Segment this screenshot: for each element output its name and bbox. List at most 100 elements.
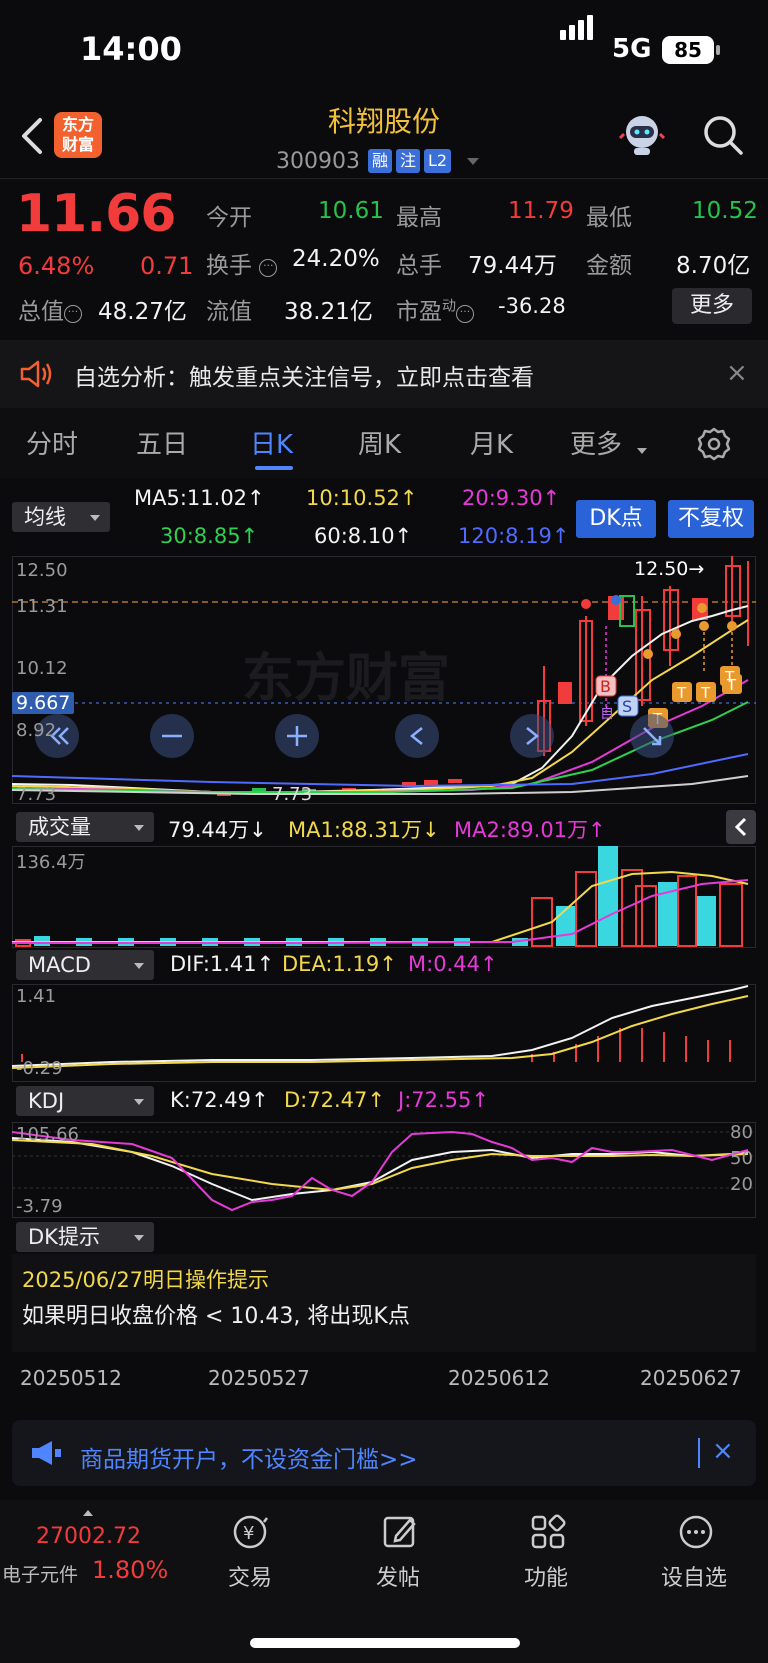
tab-monthly-k[interactable]: 月K: [470, 424, 513, 461]
kdj-chart: [12, 1130, 756, 1212]
volume-chart: [12, 846, 749, 947]
active-tab-underline: [255, 466, 293, 470]
ma30-value: 30:8.85↑: [160, 524, 259, 548]
kdj-selector[interactable]: KDJ: [16, 1086, 154, 1116]
date-label: 20250527: [208, 1366, 310, 1390]
nav-function-label[interactable]: 功能: [496, 1560, 596, 1592]
volume-selector[interactable]: 成交量: [16, 812, 154, 842]
tab-five-day[interactable]: 五日: [136, 424, 188, 461]
back-icon[interactable]: [18, 116, 48, 156]
search-icon[interactable]: [702, 114, 744, 156]
no-adjust-button[interactable]: 不复权: [668, 500, 754, 538]
dk-hint-selector[interactable]: DK提示: [16, 1222, 154, 1252]
high-value: 11.79: [508, 198, 574, 224]
macd-dif: DIF:1.41↑: [170, 952, 275, 976]
close-icon[interactable]: ×: [726, 358, 748, 388]
sector-index-name[interactable]: 电子元件: [2, 1560, 78, 1587]
svg-text:S: S: [622, 697, 632, 716]
tab-more[interactable]: 更多: [570, 424, 622, 461]
speaker-icon: [20, 360, 52, 388]
macd-y-bot: -0.29: [16, 1058, 63, 1079]
ma120-value: 120:8.19↑: [458, 524, 570, 548]
kline-y-892: 8.92: [16, 720, 57, 741]
open-label: 今开: [206, 205, 252, 231]
pe-value: -36.28: [498, 294, 566, 318]
alert-text[interactable]: 自选分析：触发重点关注信号，立即点击查看: [74, 358, 534, 392]
kline-chart[interactable]: 东方财富 B S 自 TTTTT: [12, 556, 756, 804]
volume-ma2: MA2:89.01万↑: [454, 818, 606, 842]
badge-registered: 注: [396, 149, 421, 173]
chevron-left-icon: [734, 817, 747, 837]
date-label: 20250512: [20, 1366, 122, 1390]
nav-post-label[interactable]: 发帖: [348, 1560, 448, 1592]
kdj-ref-20: 20: [730, 1174, 753, 1195]
tab-daily-k[interactable]: 日K: [250, 424, 293, 461]
stock-code-row[interactable]: 300903 融 注 L2: [276, 147, 480, 175]
svg-text:T: T: [726, 676, 737, 694]
compose-icon[interactable]: [380, 1512, 420, 1552]
battery-icon: 85: [662, 36, 714, 64]
current-price: 11.66: [16, 184, 176, 244]
tab-weekly-k[interactable]: 周K: [358, 424, 401, 461]
app-logo: 东方 财富: [54, 112, 102, 158]
chevron-up-icon: [83, 1510, 93, 1516]
home-indicator: [250, 1638, 520, 1648]
kline-y-top: 12.50: [16, 560, 68, 581]
macd-selector[interactable]: MACD: [16, 950, 154, 980]
more-button[interactable]: 更多: [672, 288, 752, 324]
kdj-k: K:72.49↑: [170, 1088, 269, 1112]
amount-label: 金额: [586, 253, 632, 279]
chevron-down-icon[interactable]: [467, 157, 480, 165]
change-amount: 0.71: [140, 252, 194, 280]
svg-text:T: T: [700, 684, 711, 702]
volume-label: 总手: [396, 253, 442, 279]
volume-ma1: MA1:88.31万↓: [288, 818, 440, 842]
kline-y-1131: 11.31: [16, 596, 68, 617]
sector-index-value[interactable]: 27002.72: [36, 1524, 141, 1549]
svg-text:东方财富: 东方财富: [242, 649, 450, 709]
date-label: 20250627: [640, 1366, 742, 1390]
grid-apps-icon[interactable]: [528, 1512, 568, 1552]
change-percent: 6.48%: [18, 252, 95, 280]
kline-low-mark: 7.73: [272, 784, 313, 805]
collapse-panel-button[interactable]: [726, 810, 756, 844]
dk-hint-text: 如果明日收盘价格 < 10.43, 将出现K点: [22, 1304, 410, 1329]
dk-point-button[interactable]: DK点: [576, 500, 656, 538]
kdj-d: D:72.47↑: [284, 1088, 385, 1112]
robot-assistant-icon[interactable]: [618, 110, 666, 158]
macd-dea: DEA:1.19↑: [282, 952, 397, 976]
more-dots-icon[interactable]: [676, 1512, 716, 1552]
badge-level2: L2: [424, 149, 452, 173]
date-label: 20250612: [448, 1366, 550, 1390]
header-divider: [0, 178, 768, 179]
badge-margin: 融: [367, 149, 392, 173]
nav-add-watchlist-label[interactable]: 设自选: [644, 1560, 744, 1592]
battery-tip: [716, 45, 720, 55]
ma20-value: 20:9.30↑: [462, 486, 561, 510]
kdj-j: J:72.55↑: [398, 1088, 489, 1112]
ad-divider: [698, 1438, 700, 1468]
megaphone-icon: [32, 1441, 61, 1465]
ma5-value: MA5:11.02↑: [134, 486, 265, 510]
high-label: 最高: [396, 205, 442, 231]
nav-trade-label[interactable]: 交易: [200, 1560, 300, 1592]
turnover-value: 24.20%: [292, 246, 380, 272]
ma-selector[interactable]: 均线: [12, 502, 110, 532]
trade-icon[interactable]: ¥: [230, 1512, 270, 1552]
kdj-y-bot: -3.79: [16, 1196, 63, 1217]
kline-high-mark: 12.50→: [634, 558, 705, 580]
chevron-down-icon: [637, 448, 647, 454]
volume-current: 79.44万↓: [168, 818, 267, 842]
volume-value: 79.44万: [468, 253, 557, 279]
gear-icon[interactable]: [696, 426, 732, 462]
ad-text[interactable]: 商品期货开户，不设资金门槛>>: [80, 1440, 418, 1474]
info-icon: ···: [64, 305, 82, 323]
status-time: 14:00: [80, 30, 182, 68]
close-icon[interactable]: ×: [712, 1436, 734, 1466]
tab-intraday[interactable]: 分时: [26, 424, 78, 461]
kline-y-low: 7.73: [16, 784, 57, 805]
sector-index-pct[interactable]: 1.80%: [92, 1556, 168, 1584]
macd-y-top: 1.41: [16, 986, 57, 1007]
open-value: 10.61: [318, 198, 384, 224]
macd-m: M:0.44↑: [408, 952, 498, 976]
